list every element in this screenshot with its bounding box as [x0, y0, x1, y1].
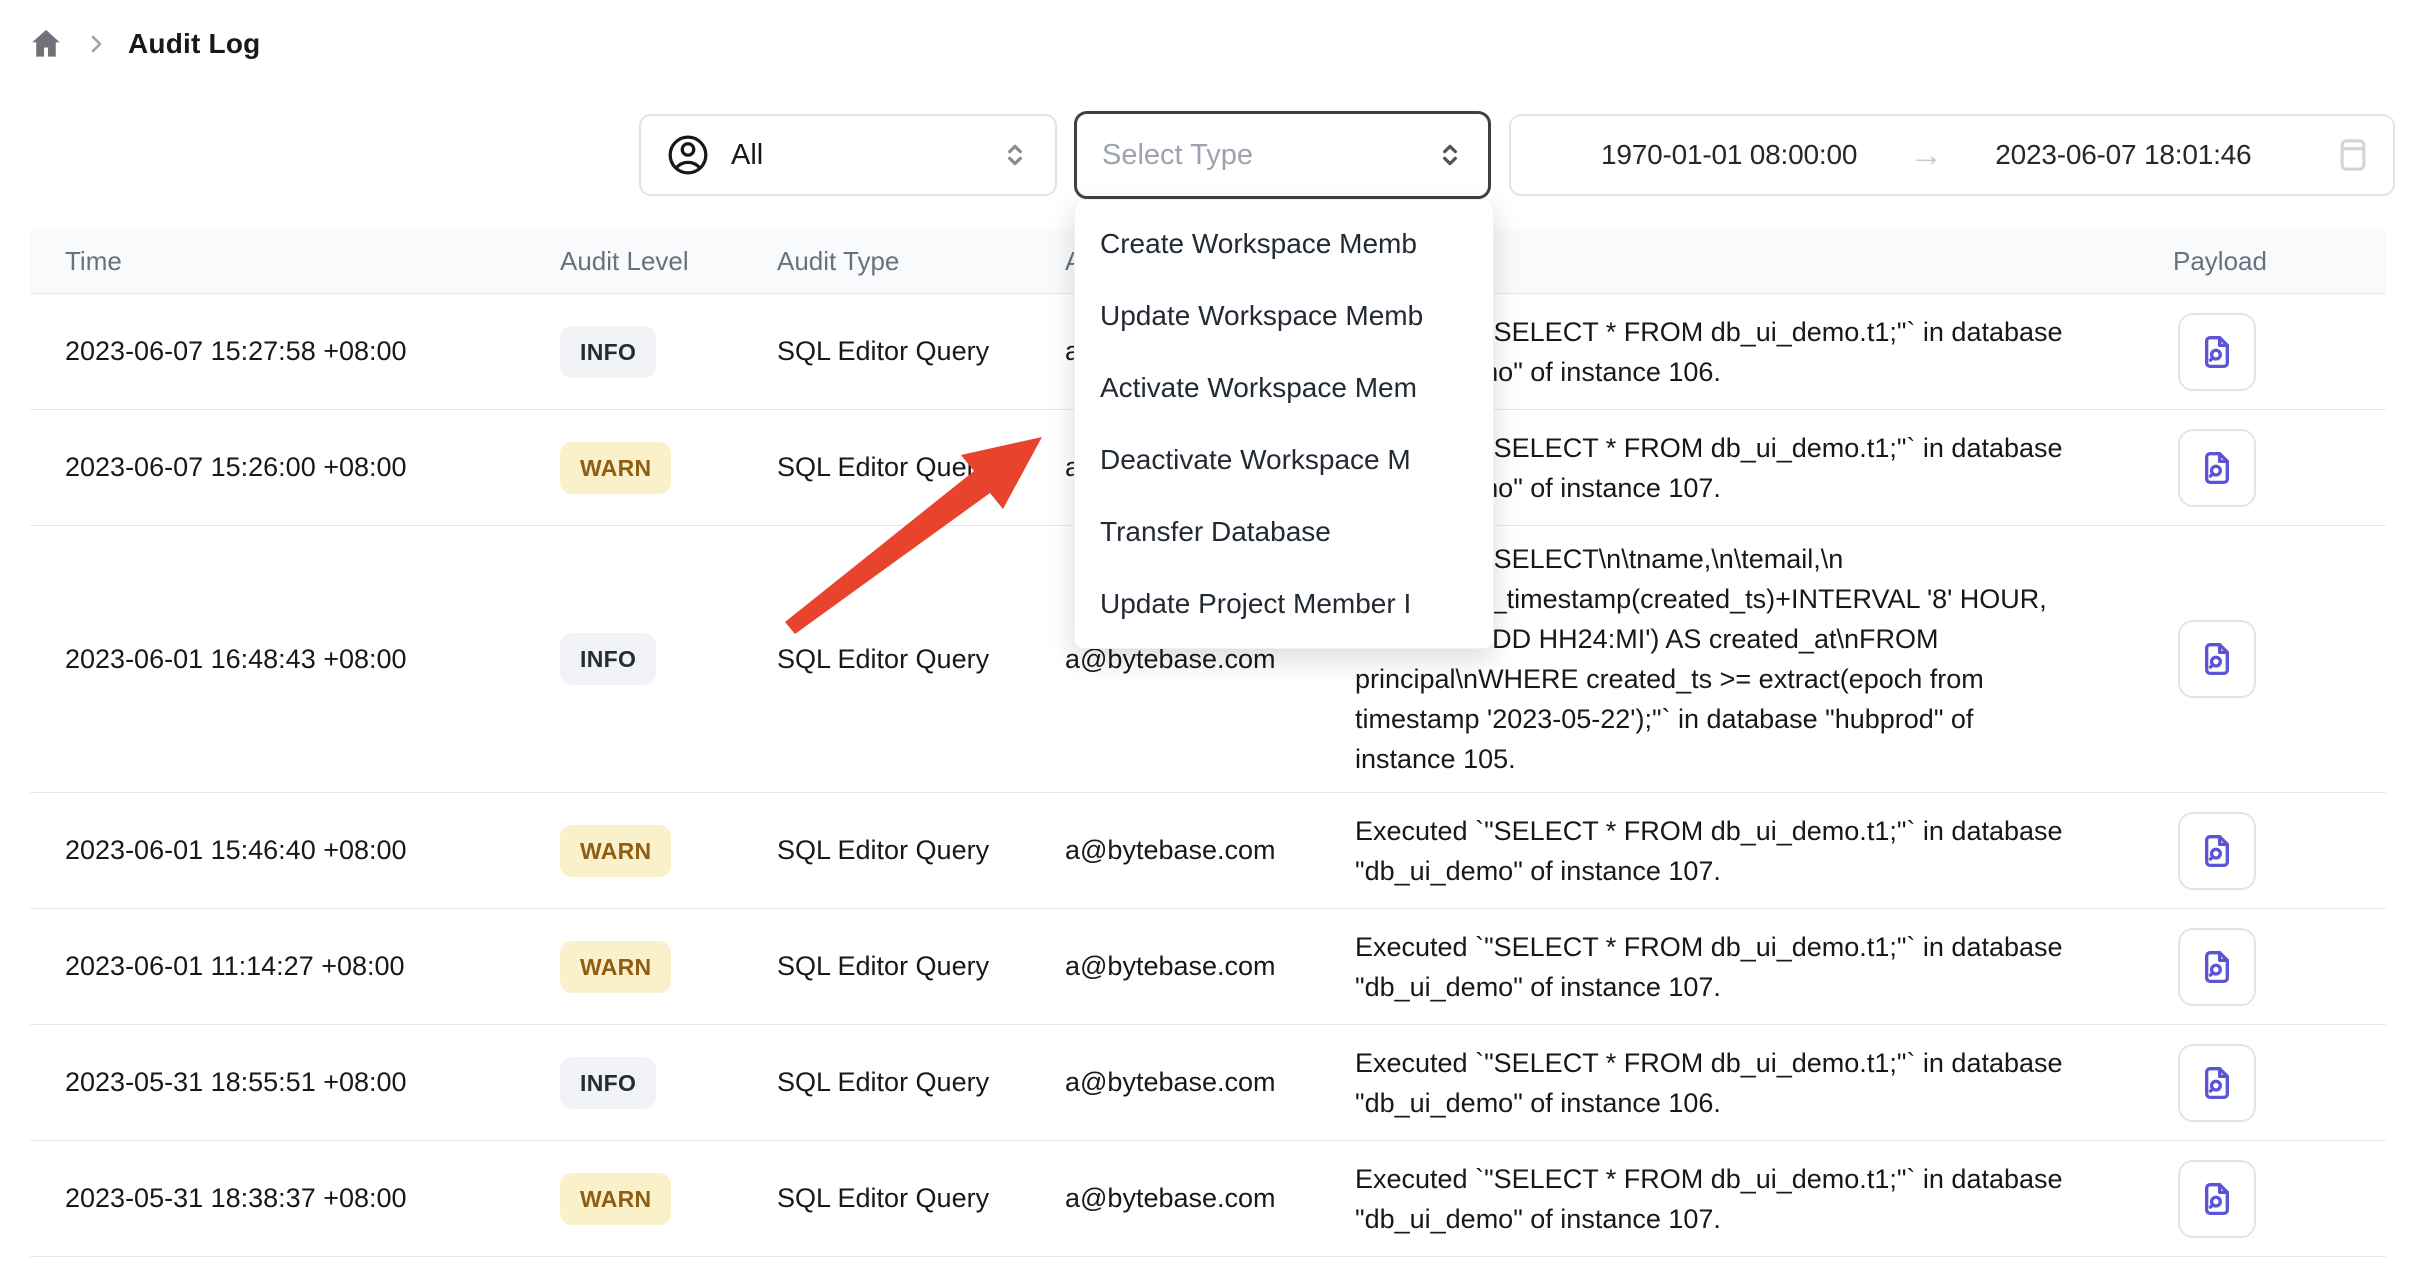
- type-dropdown-option[interactable]: Transfer Database: [1075, 496, 1493, 568]
- date-range-end[interactable]: 2023-06-07 18:01:46: [1995, 139, 2251, 171]
- arrow-right-icon: →: [1909, 138, 1943, 172]
- cell-payload: [2120, 1160, 2386, 1238]
- file-search-icon: [2196, 946, 2238, 988]
- cell-audit-level: WARN: [560, 442, 777, 494]
- cell-audit-type: SQL Editor Query: [777, 1183, 1065, 1214]
- cell-time: 2023-05-31 18:55:51 +08:00: [30, 1067, 560, 1098]
- table-row: 2023-05-31 18:55:51 +08:00 INFO SQL Edit…: [30, 1025, 2386, 1141]
- cell-audit-level: WARN: [560, 825, 777, 877]
- cell-payload: [2120, 620, 2386, 698]
- file-search-icon: [2196, 331, 2238, 373]
- audit-level-badge: WARN: [560, 442, 671, 494]
- file-search-icon: [2196, 1062, 2238, 1104]
- cell-audit-type: SQL Editor Query: [777, 336, 1065, 367]
- audit-level-badge: INFO: [560, 326, 656, 378]
- actor-filter-value: All: [731, 139, 763, 172]
- cell-audit-type: SQL Editor Query: [777, 452, 1065, 483]
- home-icon[interactable]: [28, 26, 64, 62]
- view-payload-button[interactable]: [2178, 620, 2256, 698]
- audit-level-badge: WARN: [560, 941, 671, 993]
- view-payload-button[interactable]: [2178, 812, 2256, 890]
- view-payload-button[interactable]: [2178, 928, 2256, 1006]
- breadcrumb: Audit Log: [28, 26, 260, 62]
- cell-time: 2023-06-07 15:27:58 +08:00: [30, 336, 560, 367]
- audit-level-badge: WARN: [560, 825, 671, 877]
- view-payload-button[interactable]: [2178, 1160, 2256, 1238]
- cell-comment: Executed `"SELECT * FROM db_ui_demo.t1;"…: [1355, 1030, 2120, 1136]
- cell-audit-level: INFO: [560, 326, 777, 378]
- chevron-up-down-icon: [999, 139, 1031, 171]
- file-search-icon: [2196, 830, 2238, 872]
- audit-level-badge: INFO: [560, 1057, 656, 1109]
- cell-audit-type: SQL Editor Query: [777, 835, 1065, 866]
- cell-audit-level: WARN: [560, 941, 777, 993]
- cell-audit-level: WARN: [560, 1173, 777, 1225]
- cell-audit-type: SQL Editor Query: [777, 1067, 1065, 1098]
- type-filter-placeholder: Select Type: [1102, 139, 1253, 172]
- cell-time: 2023-06-07 15:26:00 +08:00: [30, 452, 560, 483]
- table-row: 2023-05-31 18:38:37 +08:00 WARN SQL Edit…: [30, 1141, 2386, 1257]
- user-circle-icon: [665, 132, 711, 178]
- type-dropdown-option[interactable]: Deactivate Workspace M: [1075, 424, 1493, 496]
- cell-audit-type: SQL Editor Query: [777, 951, 1065, 982]
- cell-audit-type: SQL Editor Query: [777, 644, 1065, 675]
- cell-time: 2023-05-31 18:38:37 +08:00: [30, 1183, 560, 1214]
- view-payload-button[interactable]: [2178, 313, 2256, 391]
- cell-actor: a@bytebase.com: [1065, 1067, 1355, 1098]
- type-dropdown-option[interactable]: Activate Workspace Mem: [1075, 352, 1493, 424]
- calendar-icon: [2333, 135, 2373, 175]
- cell-payload: [2120, 429, 2386, 507]
- column-header-time: Time: [30, 246, 560, 277]
- cell-time: 2023-06-01 16:48:43 +08:00: [30, 644, 560, 675]
- view-payload-button[interactable]: [2178, 1044, 2256, 1122]
- cell-time: 2023-06-01 15:46:40 +08:00: [30, 835, 560, 866]
- view-payload-button[interactable]: [2178, 429, 2256, 507]
- cell-comment: Executed `"SELECT * FROM db_ui_demo.t1;"…: [1355, 914, 2120, 1020]
- column-header-payload: Payload: [2120, 246, 2386, 277]
- cell-actor: a@bytebase.com: [1065, 951, 1355, 982]
- type-dropdown-menu: Create Workspace MembUpdate Workspace Me…: [1074, 199, 1494, 649]
- date-range-picker[interactable]: 1970-01-01 08:00:00 → 2023-06-07 18:01:4…: [1509, 114, 2395, 196]
- cell-comment: Executed `"SELECT * FROM db_ui_demo.t1;"…: [1355, 1146, 2120, 1252]
- audit-level-badge: WARN: [560, 1173, 671, 1225]
- cell-actor: a@bytebase.com: [1065, 1183, 1355, 1214]
- column-header-audit-type: Audit Type: [777, 246, 1065, 277]
- cell-audit-level: INFO: [560, 1057, 777, 1109]
- cell-actor: a@bytebase.com: [1065, 835, 1355, 866]
- cell-payload: [2120, 313, 2386, 391]
- cell-comment: Executed `"SELECT * FROM db_ui_demo.t1;"…: [1355, 798, 2120, 904]
- cell-time: 2023-06-01 11:14:27 +08:00: [30, 951, 560, 982]
- file-search-icon: [2196, 1178, 2238, 1220]
- file-search-icon: [2196, 447, 2238, 489]
- table-row: 2023-06-01 11:14:27 +08:00 WARN SQL Edit…: [30, 909, 2386, 1025]
- date-range-start[interactable]: 1970-01-01 08:00:00: [1601, 139, 1857, 171]
- page-title: Audit Log: [128, 28, 260, 60]
- type-dropdown-option[interactable]: Update Project Member I: [1075, 568, 1493, 640]
- type-dropdown-option[interactable]: Create Workspace Memb: [1075, 208, 1493, 280]
- breadcrumb-chevron-icon: [84, 32, 108, 56]
- cell-audit-level: INFO: [560, 633, 777, 685]
- file-search-icon: [2196, 638, 2238, 680]
- type-filter-select[interactable]: Select Type: [1074, 111, 1491, 199]
- column-header-audit-level: Audit Level: [560, 246, 777, 277]
- cell-payload: [2120, 1044, 2386, 1122]
- audit-level-badge: INFO: [560, 633, 656, 685]
- actor-filter-select[interactable]: All: [639, 114, 1057, 196]
- cell-payload: [2120, 928, 2386, 1006]
- cell-payload: [2120, 812, 2386, 890]
- chevron-up-down-icon: [1434, 139, 1466, 171]
- type-dropdown-option[interactable]: Update Workspace Memb: [1075, 280, 1493, 352]
- table-row: 2023-06-01 15:46:40 +08:00 WARN SQL Edit…: [30, 793, 2386, 909]
